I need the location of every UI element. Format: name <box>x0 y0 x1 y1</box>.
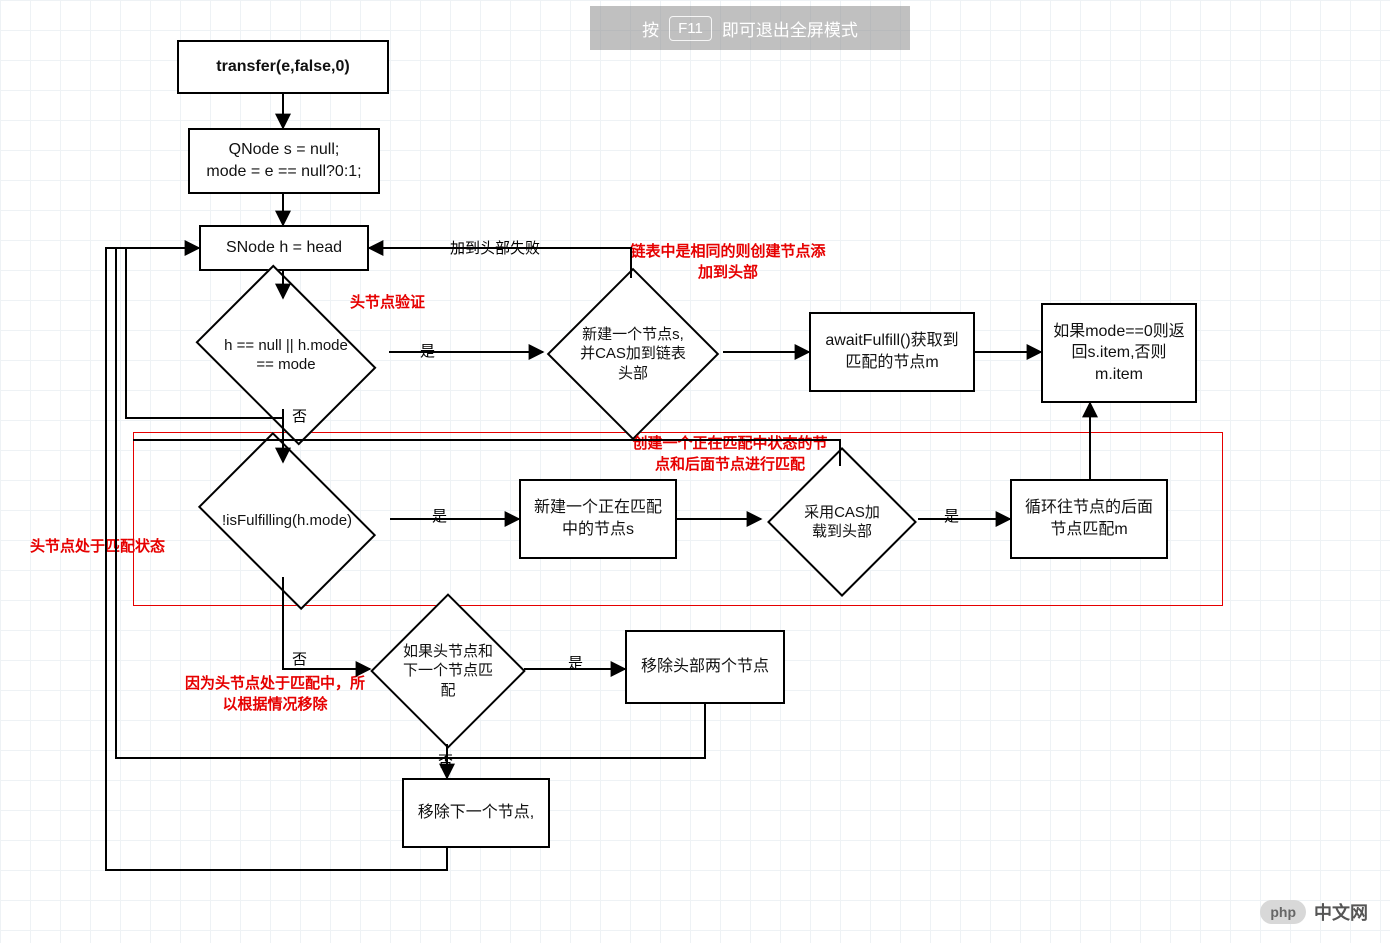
label-yes3: 是 <box>568 652 583 673</box>
watermark-text: 中文网 <box>1314 899 1368 925</box>
annotation-create-matching: 创建一个正在匹配中状态的节点和后面节点进行匹配 <box>630 432 830 474</box>
annotation-head-verify: 头节点验证 <box>350 291 425 312</box>
result-node: 如果mode==0则返回s.item,否则m.item <box>1041 303 1197 403</box>
label-yes1: 是 <box>420 340 435 361</box>
label-add-head-fail: 加到头部失败 <box>450 237 540 258</box>
php-badge-icon: php <box>1260 900 1306 924</box>
remove-next-node: 移除下一个节点, <box>402 778 550 848</box>
label-no1: 否 <box>292 405 307 426</box>
new-node-text: 新建一个节点s,并CAS加到链表头部 <box>574 295 692 413</box>
fullscreen-hint: 按 F11 即可退出全屏模式 <box>590 6 910 50</box>
label-yes4: 是 <box>944 505 959 526</box>
annotation-head-matching: 头节点处于匹配状态 <box>30 535 165 556</box>
await-node: awaitFulfill()获取到匹配的节点m <box>809 312 975 392</box>
cond3-text: 如果头节点和下一个节点匹配 <box>395 618 501 724</box>
label-no3: 否 <box>438 750 453 771</box>
annotation-remove-reason: 因为头节点处于匹配中，所以根据情况移除 <box>185 672 365 714</box>
cond3-diamond: 如果头节点和下一个节点匹配 <box>370 593 526 749</box>
annotation-same-mode: 链表中是相同的则创建节点添加到头部 <box>628 240 828 282</box>
cond1-text: h == null || h.mode == mode <box>215 302 357 408</box>
key-f11: F11 <box>669 16 712 41</box>
start-node: transfer(e,false,0) <box>177 40 389 94</box>
new-in-match-node: 新建一个正在匹配中的节点s <box>519 479 677 559</box>
cond2-text: !isFulfilling(h.mode) <box>216 470 358 572</box>
overlay-suffix: 即可退出全屏模式 <box>722 16 858 41</box>
remove-two-node: 移除头部两个节点 <box>625 630 785 704</box>
label-no2: 否 <box>292 648 307 669</box>
loop-head-node: SNode h = head <box>199 225 369 271</box>
new-node-diamond: 新建一个节点s,并CAS加到链表头部 <box>547 268 720 441</box>
cas-head-text: 采用CAS加载到头部 <box>791 471 893 573</box>
watermark: php 中文网 <box>1260 899 1368 925</box>
overlay-prefix: 按 <box>642 16 659 41</box>
init-node: QNode s = null; mode = e == null?0:1; <box>188 128 380 194</box>
label-yes2: 是 <box>432 505 447 526</box>
loop-match-node: 循环往节点的后面节点匹配m <box>1010 479 1168 559</box>
